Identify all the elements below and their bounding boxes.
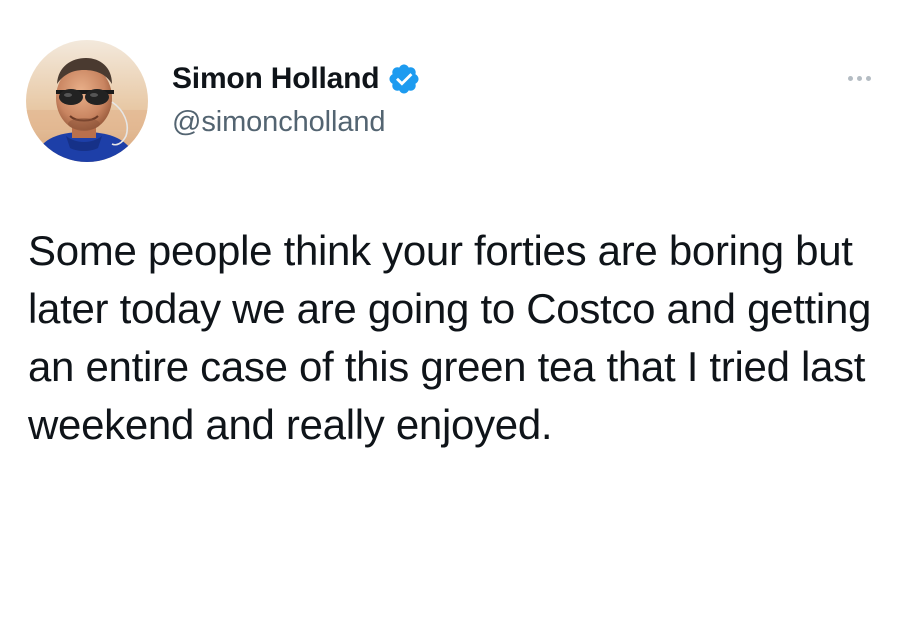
tweet-card: Simon Holland @simoncholland Some people… bbox=[0, 0, 908, 636]
verified-badge-icon bbox=[387, 62, 421, 96]
more-dot bbox=[857, 75, 862, 81]
more-options-icon[interactable] bbox=[848, 71, 886, 85]
avatar-photo bbox=[26, 40, 148, 162]
avatar[interactable] bbox=[26, 40, 148, 162]
tweet-text: Some people think your forties are borin… bbox=[28, 227, 872, 448]
author-handle[interactable]: @simoncholland bbox=[172, 106, 386, 139]
more-dot bbox=[866, 75, 871, 81]
author-name-row: Simon Holland bbox=[172, 59, 421, 99]
author-display-name[interactable]: Simon Holland bbox=[172, 62, 380, 96]
more-dot bbox=[848, 75, 853, 81]
